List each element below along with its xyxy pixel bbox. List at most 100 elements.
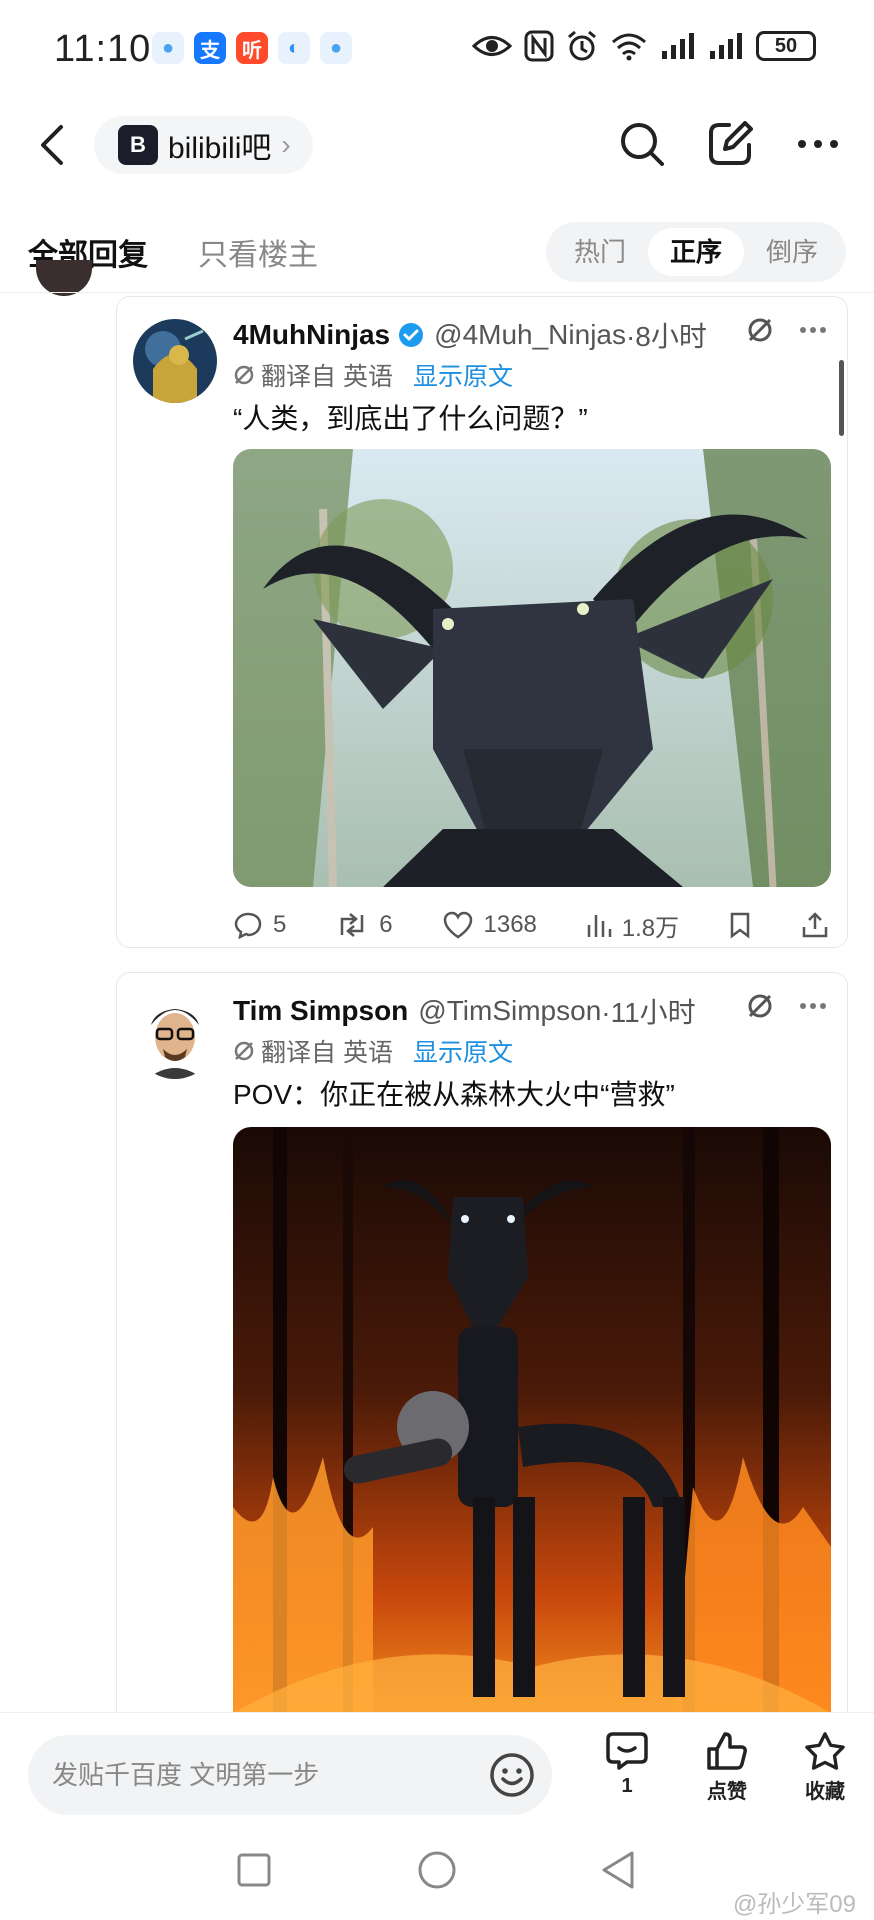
compose-button[interactable] <box>704 118 756 170</box>
translate-icon <box>234 1041 254 1061</box>
reply-tabs: 全部回复 只看楼主 热门 正序 倒序 <box>0 220 874 284</box>
heart-icon <box>443 911 472 939</box>
reply-count: 5 <box>273 911 287 938</box>
signal-icon <box>662 33 694 59</box>
top-nav: B bilibili吧 › <box>0 110 874 180</box>
sort-descending[interactable]: 倒序 <box>744 228 840 276</box>
nfc-icon <box>524 30 554 62</box>
search-icon <box>621 123 664 166</box>
ting-icon: 听 <box>236 32 268 64</box>
tweet-header: 4MuhNinjas @4Muh_Ninjas ·8小时 <box>233 315 827 355</box>
recent-apps-button[interactable] <box>232 1848 276 1892</box>
sort-hot[interactable]: 热门 <box>552 228 648 276</box>
grok-icon[interactable] <box>747 993 773 1019</box>
signal-icon <box>710 33 742 59</box>
grok-icon[interactable] <box>747 317 773 343</box>
translation-note: 翻译自 英语 显示原文 <box>233 357 513 393</box>
bookmark-button[interactable] <box>728 911 752 939</box>
more-horizontal-icon[interactable] <box>799 1002 827 1010</box>
like-post-button[interactable]: 点赞 <box>692 1731 762 1804</box>
system-nav-bar: @孙少军09 <box>0 1822 874 1920</box>
tweet-header-icons <box>747 993 827 1019</box>
like-button[interactable]: 1368 <box>442 911 537 939</box>
triangle-back-icon <box>602 1851 634 1889</box>
tweet-text: POV：你正在被从森林大火中“营救” <box>233 1079 675 1110</box>
more-horizontal-icon[interactable] <box>799 326 827 334</box>
back-nav-button[interactable] <box>596 1848 640 1892</box>
emoji-icon[interactable] <box>488 1751 536 1799</box>
edit-icon <box>709 121 753 165</box>
comment-bubble-icon <box>606 1732 648 1770</box>
sort-ascending[interactable]: 正序 <box>648 228 744 276</box>
avatar[interactable] <box>133 995 217 1079</box>
tweet-author-name[interactable]: Tim Simpson <box>233 995 408 1027</box>
status-bar: 11:10 ● 支 听 ◐ ● 50 <box>0 0 874 100</box>
avatar-image <box>133 995 217 1079</box>
avatar-image <box>133 319 217 403</box>
status-app-icons: ● 支 听 ◐ ● <box>152 32 352 64</box>
more-button[interactable] <box>792 118 844 170</box>
square-icon <box>237 1853 271 1887</box>
divider <box>0 292 874 293</box>
tweet-card[interactable]: 4MuhNinjas @4Muh_Ninjas ·8小时 翻译自 英语 显示原文… <box>116 296 848 948</box>
battery-indicator: 50 <box>756 31 816 61</box>
home-button[interactable] <box>415 1848 459 1892</box>
more-horizontal-icon <box>798 140 838 148</box>
translate-icon <box>234 365 254 385</box>
previous-avatar <box>36 260 92 296</box>
favorite-label: 收藏 <box>805 1781 845 1803</box>
comment-icon <box>234 912 262 939</box>
alarm-icon <box>568 30 596 61</box>
share-button[interactable] <box>801 911 829 939</box>
browser-icon: ◐ <box>278 32 310 64</box>
wifi-icon <box>612 33 646 61</box>
status-indicators: 50 <box>472 30 816 62</box>
favorite-button[interactable]: 收藏 <box>790 1731 860 1804</box>
nav-actions <box>616 118 844 170</box>
like-label: 点赞 <box>707 1781 747 1803</box>
baidu-netdisk-icon: ● <box>320 32 352 64</box>
star-icon <box>805 1732 845 1770</box>
tab-op-only[interactable]: 只看楼主 <box>198 230 318 274</box>
bookmark-icon <box>730 912 750 939</box>
show-original-link[interactable]: 显示原文 <box>413 1033 513 1069</box>
avatar[interactable] <box>133 319 217 403</box>
tweet-handle: @TimSimpson <box>418 995 602 1026</box>
forum-logo: B <box>118 125 158 165</box>
retweet-button[interactable]: 6 <box>335 911 393 939</box>
tweet-author-name[interactable]: 4MuhNinjas <box>233 319 390 351</box>
retweet-icon <box>341 913 364 937</box>
reply-input[interactable] <box>52 1759 452 1791</box>
tweet-handle: @4Muh_Ninjas <box>434 319 626 350</box>
translation-label: 翻译自 英语 <box>261 363 393 391</box>
eye-icon <box>472 36 512 56</box>
tweet-card[interactable]: Tim Simpson @TimSimpson ·11小时 翻译自 英语 显示原… <box>116 972 848 1713</box>
goat-robot-image[interactable] <box>233 449 831 887</box>
view-count: 1.8万 <box>621 914 680 942</box>
tweet-time: ·11小时 <box>601 997 696 1028</box>
scrollbar[interactable] <box>839 360 844 436</box>
alipay-icon: 支 <box>194 32 226 64</box>
verified-badge-icon <box>399 323 424 347</box>
share-icon <box>802 912 828 938</box>
search-button[interactable] <box>616 118 668 170</box>
reply-button[interactable]: 5 <box>233 911 286 939</box>
tweet-header-icons <box>747 317 827 343</box>
forum-name: bilibili吧 <box>168 132 272 165</box>
bar-chart-icon <box>587 915 612 937</box>
translation-note: 翻译自 英语 显示原文 <box>233 1033 513 1069</box>
translation-label: 翻译自 英语 <box>261 1039 393 1067</box>
chevron-right-icon: › <box>281 129 291 160</box>
views-indicator[interactable]: 1.8万 <box>586 908 679 943</box>
retweet-count: 6 <box>379 911 393 938</box>
back-button[interactable] <box>30 118 74 172</box>
reply-box[interactable] <box>28 1735 552 1815</box>
thumbs-up-icon <box>707 1732 747 1770</box>
forest-fire-robot-image[interactable] <box>233 1127 831 1713</box>
tweet-header: Tim Simpson @TimSimpson ·11小时 <box>233 991 827 1031</box>
like-count: 1368 <box>483 911 537 938</box>
status-time: 11:10 <box>54 28 152 70</box>
show-original-link[interactable]: 显示原文 <box>413 357 513 393</box>
forum-link[interactable]: B bilibili吧 › <box>94 116 313 174</box>
comments-button[interactable]: 1 <box>592 1731 662 1798</box>
